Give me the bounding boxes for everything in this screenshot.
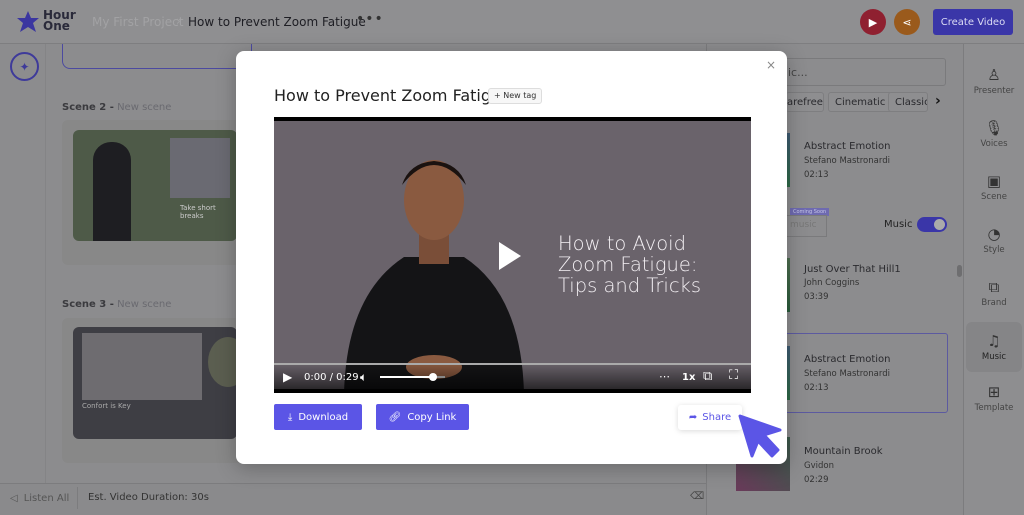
progress-bar[interactable] bbox=[274, 363, 751, 365]
scrollbar-thumb[interactable] bbox=[957, 265, 962, 277]
track-title[interactable]: Abstract Emotion bbox=[804, 354, 891, 365]
tag-cinematic[interactable]: Cinematic bbox=[828, 92, 893, 112]
modal-title: How to Prevent Zoom Fatigue bbox=[274, 86, 511, 105]
track-duration: 03:39 bbox=[804, 292, 829, 302]
person-icon: ♙ bbox=[987, 65, 1001, 84]
office-image bbox=[82, 333, 202, 400]
track-artist: Stefano Mastronardi bbox=[804, 369, 890, 379]
breadcrumb-video: How to Prevent Zoom Fatigue bbox=[188, 15, 366, 29]
share-project-button[interactable]: ⋖ bbox=[894, 9, 920, 35]
track-title[interactable]: Just Over That Hill1 bbox=[804, 264, 901, 275]
sidebar-label: Style bbox=[983, 244, 1005, 255]
time-display: 0:00 / 0:29 bbox=[304, 372, 359, 383]
download-button[interactable]: ⤓ Download bbox=[274, 404, 362, 430]
music-icon: ♫ bbox=[987, 331, 1001, 350]
image-icon: ▣ bbox=[986, 171, 1002, 190]
laptop-image bbox=[170, 138, 230, 198]
music-toggle[interactable] bbox=[917, 217, 947, 232]
play-preview-button[interactable]: ▶ bbox=[860, 9, 886, 35]
video-player[interactable]: How to Avoid Zoom Fatigue: Tips and Tricks… bbox=[274, 117, 751, 393]
track-duration: 02:29 bbox=[804, 475, 829, 485]
video-controls: ▶ 0:00 / 0:29 🔈︎ ⋯ 1x ⧉ ⛶ bbox=[274, 363, 751, 389]
breadcrumb-project[interactable]: My First Project bbox=[92, 15, 183, 29]
microphone-icon: 🎙︎ bbox=[984, 118, 1004, 137]
copy-link-button[interactable]: 🔗︎ Copy Link bbox=[376, 404, 469, 430]
scene-1-card[interactable] bbox=[62, 44, 252, 69]
tag-carefree[interactable]: arefree bbox=[786, 92, 824, 112]
sidebar-item-voices[interactable]: 🎙︎ Voices bbox=[966, 109, 1022, 159]
sidebar-item-music[interactable]: ♫ Music bbox=[966, 322, 1022, 372]
video-duration: Est. Video Duration: 30s bbox=[88, 492, 209, 503]
playback-speed[interactable]: 1x bbox=[682, 372, 695, 383]
music-toggle-label: Music bbox=[884, 219, 913, 230]
download-label: Download bbox=[298, 411, 349, 423]
track-artist: John Coggins bbox=[804, 278, 860, 288]
track-duration: 02:13 bbox=[804, 383, 829, 393]
speaker-icon: ◁ bbox=[10, 492, 18, 504]
download-icon: ⤓ bbox=[287, 411, 293, 423]
sidebar-item-template[interactable]: ⊞ Template bbox=[966, 373, 1022, 423]
sidebar-item-presenter[interactable]: ♙ Presenter bbox=[966, 56, 1022, 106]
scene-caption: Confort is Key bbox=[82, 402, 131, 410]
upload-music-button: music bbox=[786, 215, 827, 237]
track-duration: 02:13 bbox=[804, 170, 829, 180]
track-artist: Gvidon bbox=[804, 461, 834, 471]
presenter-figure bbox=[93, 142, 131, 241]
tag-classical[interactable]: Classica bbox=[888, 92, 928, 112]
copy-link-label: Copy Link bbox=[407, 411, 457, 423]
scene-2-thumbnail[interactable]: Take short breaks bbox=[73, 130, 237, 241]
scene-2-label: Scene 2 - New scene bbox=[62, 102, 172, 113]
palette-icon: ◔ bbox=[987, 224, 1001, 243]
sidebar-label: Brand bbox=[981, 297, 1007, 308]
new-tag-button[interactable]: + New tag bbox=[488, 88, 543, 104]
scene-3-label: Scene 3 - New scene bbox=[62, 299, 172, 310]
scene-caption: Take short breaks bbox=[180, 204, 216, 220]
picture-in-picture-icon[interactable]: ⧉ bbox=[703, 369, 712, 384]
eraser-icon[interactable]: ⌫ bbox=[690, 491, 704, 502]
create-video-button[interactable]: Create Video bbox=[933, 9, 1013, 35]
sidebar-item-brand[interactable]: ⧉ Brand bbox=[966, 268, 1022, 318]
share-arrow-icon: ➦ bbox=[688, 412, 698, 423]
hour-one-logo-icon bbox=[17, 11, 39, 32]
listen-all-label: Listen All bbox=[23, 492, 70, 504]
sidebar-label: Voices bbox=[980, 138, 1008, 149]
sidebar-item-scene[interactable]: ▣ Scene bbox=[966, 162, 1022, 212]
sidebar-label: Presenter bbox=[973, 85, 1015, 96]
left-toolbar bbox=[0, 44, 46, 483]
volume-icon[interactable]: 🔈︎ bbox=[360, 370, 367, 385]
cursor-pointer-icon bbox=[738, 414, 782, 458]
brand-icon: ⧉ bbox=[988, 277, 1000, 296]
play-icon: ▶ bbox=[868, 15, 878, 29]
link-icon: 🔗︎ bbox=[388, 411, 402, 423]
sidebar-item-style[interactable]: ◔ Style bbox=[966, 215, 1022, 265]
logo-text: Hour One bbox=[43, 8, 76, 33]
template-icon: ⊞ bbox=[987, 382, 1001, 401]
sidebar-label: Scene bbox=[981, 191, 1007, 202]
play-icon[interactable]: ▶ bbox=[283, 370, 292, 384]
track-title[interactable]: Abstract Emotion bbox=[804, 141, 891, 152]
music-search-input[interactable]: ic... bbox=[760, 58, 946, 86]
share-icon: ⋖ bbox=[902, 15, 912, 29]
breadcrumb-separator: › bbox=[176, 14, 181, 28]
scene-3-thumbnail[interactable]: Confort is Key bbox=[73, 327, 248, 439]
share-button[interactable]: ➦ Share bbox=[678, 405, 742, 430]
magic-wand-icon: ✦ bbox=[19, 59, 30, 74]
video-overlay-title: How to Avoid Zoom Fatigue: Tips and Tricks bbox=[558, 232, 702, 297]
listen-all-button[interactable]: ◁ Listen All bbox=[0, 487, 78, 509]
magic-wand-button[interactable]: ✦ bbox=[10, 52, 39, 81]
more-options-button[interactable]: ••• bbox=[356, 11, 384, 27]
volume-slider[interactable] bbox=[380, 373, 445, 381]
track-title[interactable]: Mountain Brook bbox=[804, 446, 883, 457]
tags-next-chevron-icon[interactable]: › bbox=[935, 93, 941, 109]
track-artist: Stefano Mastronardi bbox=[804, 156, 890, 166]
more-icon[interactable]: ⋯ bbox=[659, 370, 670, 383]
share-label: Share bbox=[702, 412, 732, 423]
close-modal-button[interactable]: × bbox=[766, 58, 776, 72]
fullscreen-icon[interactable]: ⛶ bbox=[729, 368, 738, 383]
sidebar-label: Music bbox=[981, 351, 1007, 362]
big-play-icon[interactable] bbox=[499, 242, 521, 270]
sidebar-label: Template bbox=[974, 402, 1014, 413]
